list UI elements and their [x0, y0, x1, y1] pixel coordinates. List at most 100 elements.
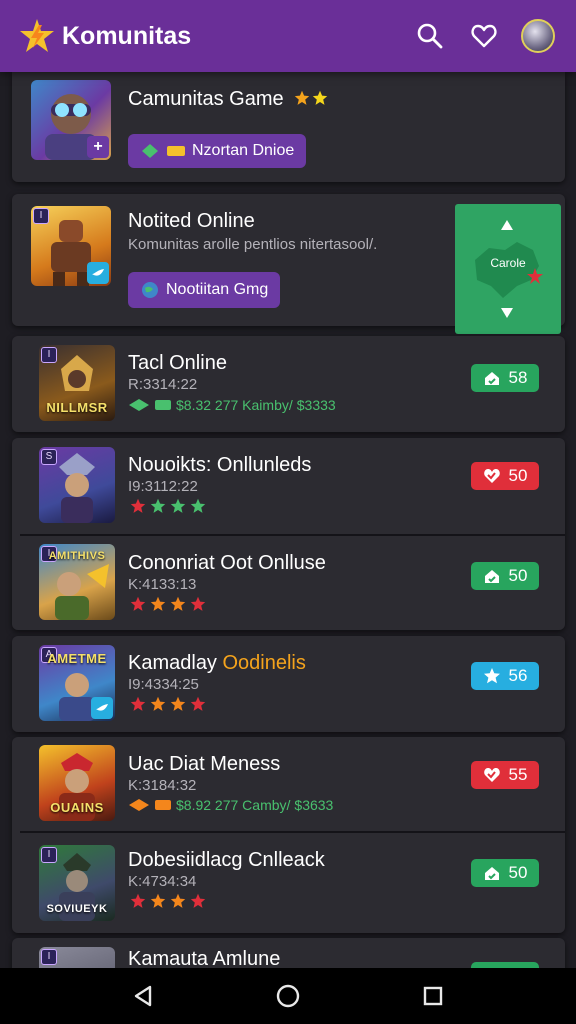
star-icon: [170, 596, 186, 611]
search-icon[interactable]: [410, 16, 450, 56]
list-item[interactable]: I Notited Online Komunitas arolle pentli…: [12, 194, 565, 334]
star-icon: [170, 498, 186, 513]
rating-stars: [130, 596, 206, 612]
star-icon: [294, 90, 310, 105]
star-icon: [150, 696, 166, 711]
rating-stars: [130, 696, 206, 712]
rating-stars: [130, 893, 206, 909]
price-row: $8.32 277 Kaimby/ $3333: [128, 397, 336, 413]
plus-icon: +: [87, 136, 109, 158]
community-chip[interactable]: Nootiitan Gmg: [128, 272, 281, 308]
item-title: Tacl Online: [128, 352, 227, 374]
item-code: K:4734:34: [128, 873, 197, 890]
rating-stars: [294, 90, 328, 106]
list-item[interactable]: I Kamauta Amlune: [12, 938, 565, 968]
star-icon: [130, 893, 146, 908]
list-item[interactable]: S Nouoikts: Onllunleds I9:3112:22 50: [12, 438, 565, 534]
star-icon: [190, 696, 206, 711]
item-title: Camunitas Game: [128, 88, 284, 110]
ticket-icon: [167, 146, 185, 156]
list-item[interactable]: I AMITHIVS Cononriat Oot Onlluse K:4133:…: [12, 536, 565, 630]
score-badge[interactable]: 50: [471, 462, 539, 490]
badge-value: 50: [508, 566, 528, 585]
heart-check-icon: [483, 469, 500, 483]
item-title: Uac Diat Meness: [128, 753, 281, 775]
star-icon: [150, 596, 166, 611]
badge-value: 55: [508, 765, 528, 784]
category-tag: S: [41, 449, 57, 465]
item-code: K:3184:32: [128, 777, 197, 794]
item-title: Kamadlay Oodinelis: [128, 652, 306, 675]
item-code: I9:3112:22: [128, 478, 198, 495]
item-title: Notited Online: [128, 210, 255, 232]
score-badge[interactable]: 50: [471, 562, 539, 590]
bird-icon: [91, 697, 113, 719]
badge-value: 58: [508, 368, 528, 387]
item-title: Nouoikts: Onllunleds: [128, 454, 312, 476]
score-badge[interactable]: 50: [471, 859, 539, 887]
star-icon: [130, 696, 146, 711]
star-icon: [130, 498, 146, 513]
star-icon: [190, 893, 206, 908]
game-thumbnail: A AMETME: [39, 645, 115, 721]
score-badge[interactable]: 56: [471, 662, 539, 690]
thumbnail-text: OUAINS: [50, 800, 104, 815]
item-title-highlight: Oodinelis: [222, 652, 306, 674]
community-chip[interactable]: Nzortan Dnioe: [128, 134, 307, 168]
price-extra: $3333: [296, 397, 336, 413]
price-row: $8.92 277 Camby/ $3633: [128, 797, 333, 813]
thumbnail-text: SOVIUEYK: [46, 903, 108, 915]
chip-label: Nzortan Dnioe: [192, 142, 295, 159]
game-thumbnail: OUAINS: [39, 745, 115, 821]
home-icon[interactable]: [268, 976, 308, 1016]
price-extra: $3633: [294, 797, 334, 813]
rating-stars: [130, 498, 206, 514]
score-badge[interactable]: 58: [471, 364, 539, 392]
price-amount: $8.92 277 Camby/: [176, 797, 291, 813]
list-item[interactable]: A AMETME Kamadlay Oodinelis I9:4334:25 5…: [12, 636, 565, 732]
house-icon: [484, 867, 499, 880]
star-icon: [150, 498, 166, 513]
avatar[interactable]: [518, 16, 558, 56]
recents-icon[interactable]: [413, 976, 453, 1016]
thumbnail-text: NILLMSR: [46, 400, 108, 415]
item-code: R:3314:22: [128, 376, 198, 393]
badge-value: 50: [508, 466, 528, 485]
category-tag: I: [41, 847, 57, 863]
bird-icon: [87, 262, 109, 284]
house-icon: [484, 372, 499, 385]
category-tag: I: [41, 347, 57, 363]
item-code: I9:4334:25: [128, 676, 199, 693]
list-item[interactable]: + Camunitas Game Nzortan Dnioe: [12, 72, 565, 182]
list-item[interactable]: OUAINS Uac Diat Meness K:3184:32 $8.92 2…: [12, 737, 565, 831]
star-badge-icon: [483, 668, 500, 684]
game-thumbnail: I: [31, 206, 111, 286]
leaf-icon: [129, 799, 149, 811]
star-icon: [190, 596, 206, 611]
item-title: Kamauta Amlune: [128, 948, 281, 968]
map-panel[interactable]: Carole: [455, 204, 561, 334]
list-item[interactable]: I NILLMSR Tacl Online R:3314:22 $8.32 27…: [12, 336, 565, 432]
thumbnail-text: AMITHIVS: [48, 550, 106, 562]
score-badge[interactable]: 55: [471, 761, 539, 789]
thumbnail-text: AMETME: [47, 651, 107, 666]
heart-icon[interactable]: [464, 16, 504, 56]
house-icon: [484, 570, 499, 583]
category-tag: I: [41, 949, 57, 965]
item-code: K:4133:13: [128, 576, 197, 593]
star-icon: [190, 498, 206, 513]
star-icon: [150, 893, 166, 908]
heart-check-icon: [483, 768, 500, 782]
badge-value: 50: [508, 863, 528, 882]
map-label: Carole: [490, 256, 526, 270]
star-icon: [170, 696, 186, 711]
community-list: + Camunitas Game Nzortan Dnioe I Notited…: [0, 72, 576, 968]
lightning-star-logo-icon: [18, 17, 56, 55]
price-amount: $8.32 277 Kaimby/: [176, 397, 293, 413]
list-item[interactable]: I SOVIUEYK Dobesiidlacg Cnlleack K:4734:…: [12, 833, 565, 933]
app-bar: Komunitas: [0, 0, 576, 72]
game-thumbnail: S: [39, 447, 115, 523]
back-icon[interactable]: [123, 976, 163, 1016]
system-nav-bar: [0, 968, 576, 1024]
ticket-icon: [155, 400, 171, 410]
